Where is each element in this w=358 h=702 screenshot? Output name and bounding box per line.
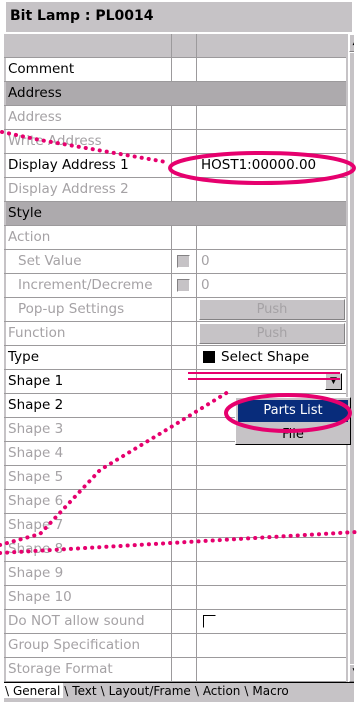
row-shape-10: Shape 10: [4, 586, 346, 610]
tab-general[interactable]: General: [4, 683, 64, 698]
row-label: Set Value: [6, 250, 172, 273]
row-shape-9: Shape 9: [4, 562, 346, 586]
menu-item-file[interactable]: File: [236, 424, 350, 446]
row-label: Action: [6, 226, 172, 249]
row-label: Shape 5: [6, 466, 172, 489]
tab-action[interactable]: Action: [194, 683, 244, 698]
row-label: Display Address 1: [6, 154, 172, 177]
increment-field: 0: [197, 274, 346, 297]
header-cell: [6, 34, 172, 57]
chevron-down-icon[interactable]: ▼: [325, 373, 342, 390]
scroll-thumb[interactable]: [349, 52, 354, 672]
header-cell: [172, 34, 197, 57]
popup-push-button[interactable]: Push: [199, 299, 345, 320]
row-shape-1[interactable]: Shape 1 ▼: [4, 370, 346, 394]
row-popup-settings: Pop-up Settings Push: [4, 298, 346, 322]
tab-bar: GeneralTextLayout/FrameActionMacro: [4, 682, 354, 702]
row-write-address: Write Address: [4, 130, 346, 154]
tab-layout-frame[interactable]: Layout/Frame: [100, 683, 194, 698]
grid-header-row: [4, 34, 346, 58]
scroll-down-icon[interactable]: ▼: [349, 664, 354, 682]
row-do-not-allow-sound: Do NOT allow sound: [4, 610, 346, 634]
do-not-allow-sound-checkbox[interactable]: [203, 615, 216, 628]
shape-dropdown-menu: Parts List File: [235, 397, 351, 445]
section-address: Address: [4, 82, 346, 106]
section-label: Address: [6, 82, 346, 105]
row-address: Address: [4, 106, 346, 130]
row-comment[interactable]: Comment: [4, 58, 346, 82]
row-label: Increment/Decreme: [6, 274, 172, 297]
row-shape-5: Shape 5: [4, 466, 346, 490]
scroll-up-icon[interactable]: ▲: [349, 34, 354, 52]
row-label: Comment: [6, 58, 172, 81]
row-label: Shape 1: [6, 370, 172, 393]
row-label: Write Address: [6, 130, 172, 153]
row-increment: Increment/Decreme 0: [4, 274, 346, 298]
row-storage-format: Storage Format: [4, 658, 346, 682]
tab-macro[interactable]: Macro: [243, 683, 291, 698]
row-label: Shape 9: [6, 562, 172, 585]
row-shape-6: Shape 6: [4, 490, 346, 514]
row-label: Pop-up Settings: [6, 298, 172, 321]
set-value-field: 0: [197, 250, 346, 273]
shape-1-field[interactable]: ▼: [197, 370, 346, 393]
row-action: Action: [4, 226, 346, 250]
row-label: Shape 6: [6, 490, 172, 513]
row-display-address-1[interactable]: Display Address 1 HOST1:00000.00: [4, 154, 346, 178]
row-label: Shape 8: [6, 538, 172, 561]
row-label: Address: [6, 106, 172, 129]
row-group-specification: Group Specification: [4, 634, 346, 658]
row-label: Shape 10: [6, 586, 172, 609]
row-shape-8: Shape 8: [4, 538, 346, 562]
row-label: Display Address 2: [6, 178, 172, 201]
comment-field[interactable]: [197, 58, 346, 81]
header-cell: [197, 34, 346, 57]
row-display-address-2: Display Address 2: [4, 178, 346, 202]
row-shape-7: Shape 7: [4, 514, 346, 538]
row-label: Do NOT allow sound: [6, 610, 172, 633]
row-type[interactable]: Type Select Shape: [4, 346, 346, 370]
property-panel: Bit Lamp : PL0014 Comment Address Addres…: [4, 0, 354, 702]
row-label: Shape 7: [6, 514, 172, 537]
function-push-button[interactable]: Push: [199, 323, 345, 344]
increment-checkbox[interactable]: [177, 279, 190, 292]
row-label: Group Specification: [6, 634, 172, 657]
type-value: Select Shape: [221, 349, 310, 365]
row-label: Shape 2: [6, 394, 172, 417]
row-function: Function Push: [4, 322, 346, 346]
type-select[interactable]: Select Shape: [197, 346, 346, 369]
display-address-1-field[interactable]: HOST1:00000.00: [197, 154, 346, 177]
select-shape-icon: [203, 351, 215, 363]
section-label: Style: [6, 202, 346, 225]
row-label: Type: [6, 346, 172, 369]
row-label: Shape 3: [6, 418, 172, 441]
panel-title: Bit Lamp : PL0014: [4, 0, 354, 34]
tab-text[interactable]: Text: [63, 683, 99, 698]
section-style: Style: [4, 202, 346, 226]
row-label: Function: [6, 322, 172, 345]
menu-item-parts-list[interactable]: Parts List: [238, 400, 348, 422]
row-label: Storage Format: [6, 658, 172, 681]
set-value-checkbox[interactable]: [177, 255, 190, 268]
row-set-value: Set Value 0: [4, 250, 346, 274]
row-label: Shape 4: [6, 442, 172, 465]
vertical-scrollbar[interactable]: ▲ ▼: [348, 34, 354, 682]
